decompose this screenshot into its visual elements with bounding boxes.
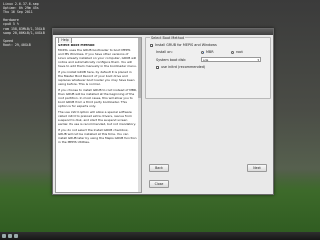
taskbar: [0, 232, 320, 240]
help-scrollbar[interactable]: [138, 38, 141, 192]
mbr-option[interactable]: MBR: [201, 50, 214, 54]
install-on-label: Install on:: [156, 50, 173, 54]
help-paragraph: If you choose to install GRUB to root in…: [58, 88, 137, 108]
terminal-icon[interactable]: [8, 234, 12, 238]
scrollbar-thumb[interactable]: [138, 38, 141, 98]
help-paragraph: MCPXL uses the GRUB bootloader to boot M…: [58, 47, 137, 68]
root-label: root: [236, 50, 243, 54]
boot-disk-label: System boot disk:: [156, 58, 187, 62]
boot-options-pane: Select Boot Method ✓ Install GRUB for ME…: [145, 36, 271, 191]
mbr-label: MBR: [206, 50, 214, 54]
mbr-radio[interactable]: [201, 50, 204, 54]
browser-icon[interactable]: [14, 234, 18, 238]
use-initrd-label: use initrd (recommended): [161, 65, 206, 69]
boot-disk-value: sda: [203, 58, 209, 62]
root-radio[interactable]: [231, 50, 234, 54]
install-grub-label: Install GRUB for MEPIS and Windows: [155, 43, 217, 47]
root-option[interactable]: root: [231, 50, 243, 54]
back-button[interactable]: Back: [149, 164, 169, 172]
help-paragraph: The use initrd option will allow a speci…: [58, 110, 136, 126]
chevron-down-icon: ▾: [257, 58, 259, 62]
help-text: Select Boot Method MCPXL uses the GRUB b…: [58, 44, 137, 190]
group-title: Select Boot Method: [150, 36, 186, 40]
help-paragraph: If you install GRUB here, by default it …: [58, 69, 135, 86]
help-paragraph: If you do not select the Install GRUB ch…: [58, 128, 137, 144]
use-initrd-checkbox[interactable]: ✓: [156, 65, 160, 69]
menu-icon[interactable]: [2, 234, 6, 238]
close-button[interactable]: Close: [149, 180, 169, 188]
window-titlebar[interactable]: [53, 29, 273, 35]
initrd-row: ✓ use initrd (recommended): [156, 65, 205, 69]
help-pane: Help Select Boot Method MCPXL uses the G…: [55, 37, 142, 193]
boot-method-group: Select Boot Method ✓ Install GRUB for ME…: [145, 36, 271, 99]
install-on-row: Install on:: [156, 50, 173, 54]
installer-window: Help Select Boot Method MCPXL uses the G…: [52, 28, 274, 195]
boot-disk-row: System boot disk:: [156, 58, 186, 62]
help-tab[interactable]: Help: [58, 37, 72, 43]
install-grub-checkbox[interactable]: ✓: [150, 43, 154, 47]
install-grub-row: ✓ Install GRUB for MEPIS and Windows: [150, 43, 217, 47]
next-button[interactable]: Next: [247, 164, 267, 172]
boot-disk-select[interactable]: sda ▾: [201, 57, 261, 62]
